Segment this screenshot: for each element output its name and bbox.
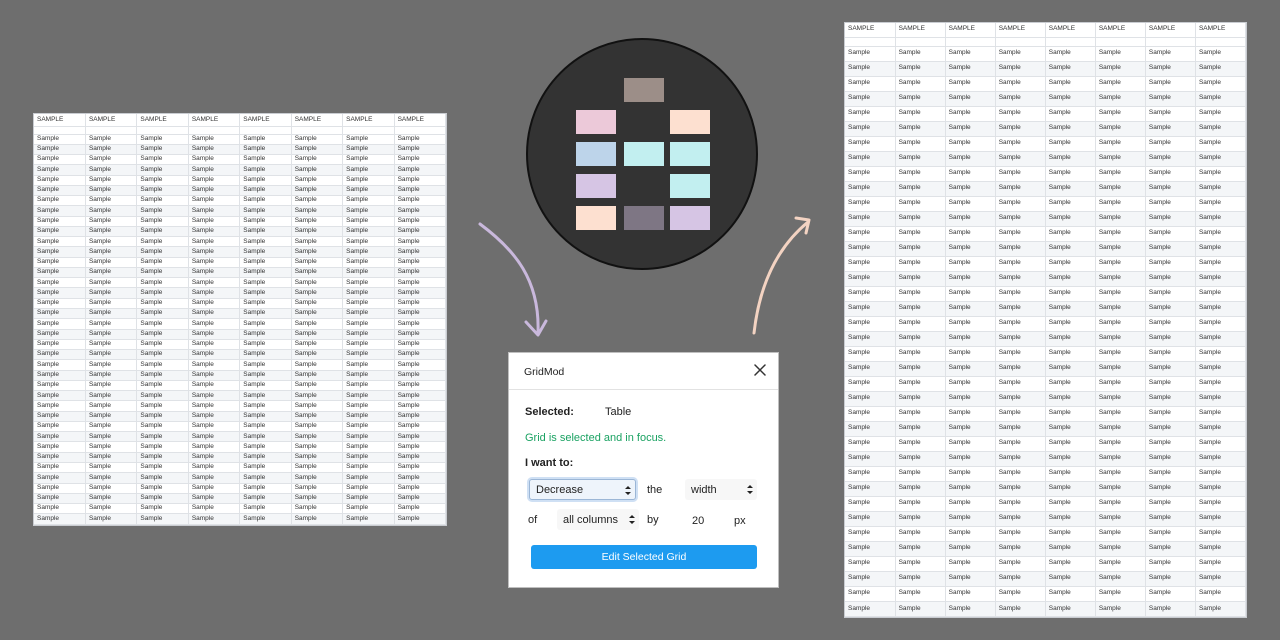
gridmod-dialog: GridMod Selected: Table Grid is selected…	[508, 352, 779, 588]
dialog-titlebar: GridMod	[509, 353, 778, 390]
select-arrows-icon	[629, 515, 635, 524]
property-select[interactable]: width	[685, 479, 757, 500]
dialog-title: GridMod	[524, 366, 565, 378]
amount-input[interactable]: 20	[692, 515, 704, 527]
action-select[interactable]: Decrease	[529, 479, 636, 500]
edit-selected-grid-button[interactable]: Edit Selected Grid	[531, 545, 757, 569]
selected-value: Table	[605, 406, 632, 418]
action-select-value: Decrease	[536, 483, 584, 496]
selected-label: Selected:	[525, 406, 574, 418]
property-select-value: width	[691, 483, 717, 496]
of-label: of	[528, 514, 538, 526]
arrow-to-dialog-icon	[478, 222, 548, 337]
arrow-to-result-icon	[752, 216, 811, 335]
select-arrows-icon	[747, 485, 753, 494]
target-select[interactable]: all columns	[557, 509, 639, 530]
status-message: Grid is selected and in focus.	[525, 432, 667, 444]
target-select-value: all columns	[563, 513, 619, 526]
select-arrows-icon	[625, 486, 631, 495]
unit-label: px	[734, 515, 746, 527]
the-label: the	[647, 484, 663, 496]
want-label: I want to:	[525, 457, 574, 469]
by-label: by	[647, 514, 659, 526]
close-icon[interactable]	[752, 362, 768, 378]
